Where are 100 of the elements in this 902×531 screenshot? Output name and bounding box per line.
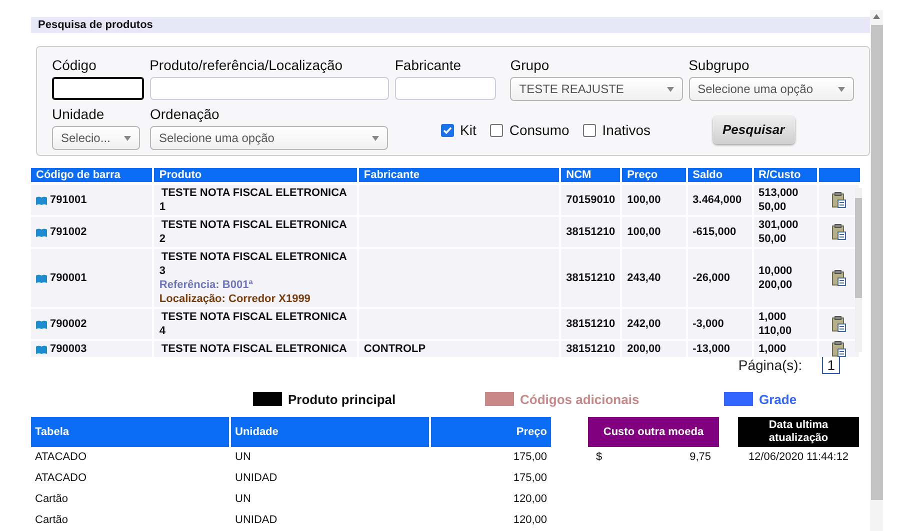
product-name: 1	[159, 200, 167, 214]
manufacturer-text: CONTROLP	[364, 343, 426, 356]
caret-icon	[666, 86, 674, 92]
checkbox[interactable]	[490, 124, 504, 136]
ncm-text: 70159010	[566, 194, 616, 206]
field-label: Ordenação	[150, 105, 220, 123]
balance-text: -615,000	[692, 226, 736, 238]
legend-label: Códigos adicionais	[520, 390, 640, 409]
product-name: TESTE NOTA FISCAL ELETRONICA	[160, 250, 348, 264]
price-text: 200,00	[627, 343, 661, 356]
barcode-text: 791001	[50, 193, 87, 208]
cost-text: 200,00	[758, 278, 794, 292]
book-icon	[36, 196, 47, 205]
scroll-up-icon[interactable]	[873, 14, 880, 19]
column-header: Custo outra moeda	[588, 417, 719, 447]
column-header: Data ultima atualização	[738, 417, 859, 447]
ncm-text: 38151210	[566, 343, 616, 356]
field-label: Subgrupo	[688, 56, 750, 74]
table-scrollbar[interactable]	[855, 188, 862, 352]
select-dropdown[interactable]: TESTE REAJUSTE	[510, 77, 683, 101]
table-cell-text: Cartão	[34, 513, 70, 528]
field-label: Produto/referência/Localização	[150, 56, 344, 74]
table-cell-text: UNIDAD	[234, 513, 278, 528]
table-cell-text: Cartão	[34, 492, 70, 508]
table-cell-text: ATACADO	[34, 471, 88, 486]
column-header: Saldo	[686, 168, 753, 182]
search-button[interactable]: Pesquisar	[712, 116, 795, 144]
book-icon	[36, 228, 47, 237]
checkbox-label: Consumo	[509, 120, 570, 140]
cost-text: 1,000	[758, 342, 788, 356]
update-date: 12/06/2020 11:44:12	[748, 450, 849, 466]
clipboard-icon[interactable]	[832, 316, 846, 332]
cost-text: 301,000	[758, 218, 800, 232]
clipboard-icon[interactable]	[832, 224, 846, 240]
caret-icon	[372, 136, 379, 140]
product-name: 3	[159, 264, 167, 278]
checkbox[interactable]	[583, 124, 596, 136]
currency-symbol: $	[596, 450, 602, 466]
field-label: Unidade	[52, 105, 106, 123]
clipboard-icon[interactable]	[832, 192, 846, 208]
table-cell-text: 175,00	[512, 471, 548, 486]
cost-text: 110,00	[758, 324, 793, 338]
caret-icon	[838, 86, 845, 92]
caret-icon	[124, 136, 131, 140]
checkbox-label: Kit	[460, 120, 476, 140]
table-cell-text: UN	[234, 450, 252, 466]
product-reference: Referência: B001ª	[159, 278, 254, 292]
cost-text: 50,00	[758, 200, 788, 214]
balance-text: -3,000	[692, 318, 724, 330]
cost-text: 10,000	[758, 264, 794, 278]
column-header: R/Custo	[752, 168, 818, 182]
checkbox[interactable]	[441, 124, 454, 136]
page-link[interactable]: 1	[822, 356, 840, 374]
product-name: TESTE NOTA FISCAL ELETRONICA	[160, 186, 348, 200]
clipboard-icon[interactable]	[832, 341, 846, 356]
ncm-text: 38151210	[566, 226, 616, 238]
price-text: 100,00	[627, 194, 661, 206]
pagination-label: Página(s):	[738, 356, 802, 375]
select-value: Selecione uma opção	[698, 81, 813, 98]
select-dropdown[interactable]: Selecio...	[52, 126, 140, 150]
column-header: Código de barra	[31, 168, 154, 182]
column-header: Unidade	[231, 417, 431, 447]
table-cell-text: ATACADO	[34, 450, 88, 466]
currency-value: 9,75	[690, 450, 711, 466]
clipboard-icon[interactable]	[832, 270, 846, 286]
text-field[interactable]	[52, 77, 144, 100]
table-cell-text: UN	[234, 492, 252, 508]
table-cell-text: 120,00	[512, 513, 548, 528]
product-name: 4	[159, 324, 167, 338]
book-icon	[36, 320, 47, 329]
table-cell-text: 175,00	[512, 450, 548, 466]
select-value: TESTE REAJUSTE	[519, 81, 624, 98]
checkbox-label: Inativos	[602, 120, 651, 140]
barcode-text: 791002	[50, 225, 87, 240]
table-cell-text: UNIDAD	[234, 471, 278, 486]
cost-text: 513,000	[758, 186, 800, 200]
select-value: Selecio...	[61, 130, 110, 147]
legend-label: Produto principal	[288, 390, 396, 409]
field-label: Grupo	[510, 56, 550, 74]
price-text: 242,00	[627, 318, 661, 330]
column-header: NCM	[560, 168, 622, 182]
book-icon	[36, 344, 47, 354]
field-label: Fabricante	[394, 56, 462, 74]
select-dropdown[interactable]: Selecione uma opção	[150, 126, 388, 150]
table-cell-text: 120,00	[512, 492, 548, 508]
ncm-text: 38151210	[566, 272, 616, 284]
section-title: Pesquisa de produtos	[31, 17, 870, 33]
book-icon	[36, 274, 47, 283]
page-scrollbar[interactable]	[870, 10, 883, 531]
product-name: TESTE NOTA FISCAL ELETRONICA	[160, 310, 348, 324]
product-location: Localização: Corredor X1999	[159, 292, 312, 306]
barcode-text: 790003	[50, 342, 87, 356]
column-header: Preço	[621, 168, 687, 182]
product-name: 2	[159, 232, 167, 246]
cost-text: 1,000	[758, 310, 788, 324]
barcode-text: 790001	[50, 271, 87, 286]
balance-text: -26,000	[692, 272, 730, 284]
balance-text: 3.464,000	[692, 194, 742, 206]
ncm-text: 38151210	[566, 318, 616, 330]
select-dropdown[interactable]: Selecione uma opção	[688, 77, 854, 101]
